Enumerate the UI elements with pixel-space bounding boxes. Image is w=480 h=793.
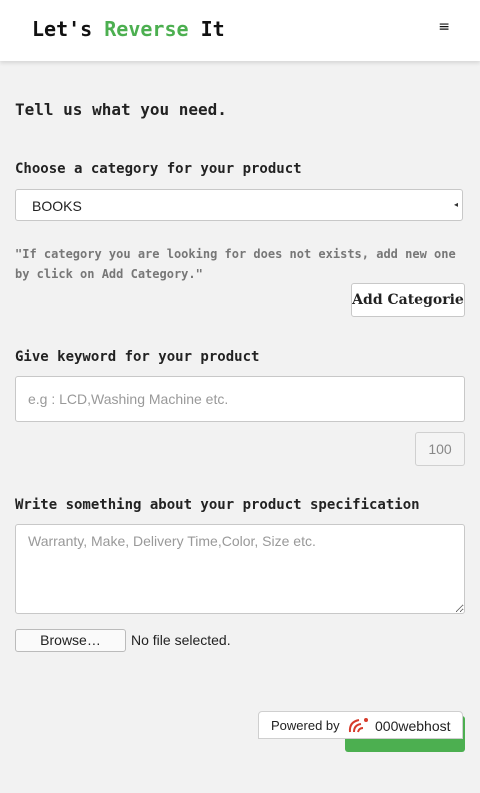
keyword-char-counter: 100: [415, 432, 465, 466]
hamburger-menu-icon[interactable]: ≡: [438, 19, 450, 35]
keyword-input[interactable]: [15, 376, 465, 422]
brand-suffix: It: [188, 17, 225, 41]
host-logo: 000webhost: [347, 716, 453, 738]
category-select[interactable]: BOOKS ◂: [15, 189, 463, 221]
browse-file-button[interactable]: Browse…: [15, 629, 126, 652]
host-name: 000webhost: [375, 718, 451, 734]
powered-by-badge[interactable]: Powered by 000webhost: [258, 711, 463, 739]
powered-by-text: Powered by: [271, 718, 340, 733]
brand-accent: Reverse: [104, 17, 189, 41]
spec-textarea[interactable]: [15, 524, 465, 614]
top-navbar: Let's Reverse It ≡: [0, 0, 480, 61]
category-selected-value: BOOKS: [32, 198, 82, 214]
dropdown-arrow-icon: ◂: [454, 200, 459, 209]
category-label: Choose a category for your product: [15, 161, 302, 177]
category-note: "If category you are looking for does no…: [15, 247, 456, 281]
brand-logo[interactable]: Let's Reverse It: [32, 17, 225, 41]
brand-prefix: Let's: [32, 17, 105, 41]
spec-label: Write something about your product speci…: [15, 497, 420, 513]
host-logo-icon: [348, 718, 368, 733]
add-category-button[interactable]: Add Categorie: [351, 283, 465, 317]
page-heading: Tell us what you need.: [15, 100, 227, 119]
file-status-text: No file selected.: [131, 632, 231, 648]
keyword-label: Give keyword for your product: [15, 349, 260, 365]
